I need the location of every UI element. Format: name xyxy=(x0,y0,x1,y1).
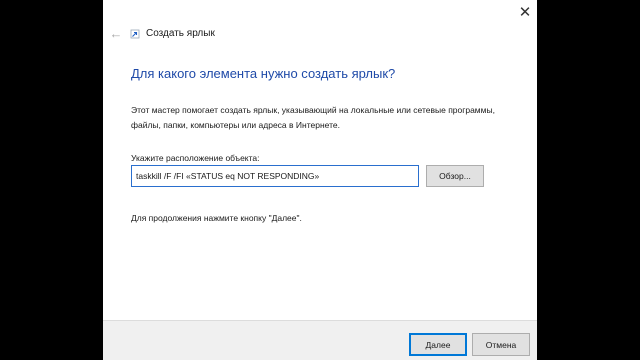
wizard-title: Создать ярлык xyxy=(146,28,215,39)
browse-button[interactable]: Обзор... xyxy=(426,165,484,187)
shortcut-wizard-icon xyxy=(130,29,140,39)
continue-hint: Для продолжения нажмите кнопку "Далее". xyxy=(131,213,302,223)
next-button[interactable]: Далее xyxy=(409,333,467,356)
page-heading: Для какого элемента нужно создать ярлык? xyxy=(131,66,396,81)
dialog-footer: Далее Отмена xyxy=(103,320,537,360)
description-line: Этот мастер помогает создать ярлык, указ… xyxy=(131,105,495,115)
description-line: файлы, папки, компьютеры или адреса в Ин… xyxy=(131,120,340,130)
location-label: Укажите расположение объекта: xyxy=(131,153,260,163)
cancel-button[interactable]: Отмена xyxy=(472,333,530,356)
location-input[interactable] xyxy=(131,165,419,187)
wizard-description: Этот мастер помогает создать ярлык, указ… xyxy=(131,103,521,133)
close-icon[interactable]: ✕ xyxy=(513,0,537,24)
create-shortcut-dialog: ✕ ← Создать ярлык Для какого элемента ну… xyxy=(103,0,537,360)
back-arrow-icon[interactable]: ← xyxy=(108,25,124,41)
